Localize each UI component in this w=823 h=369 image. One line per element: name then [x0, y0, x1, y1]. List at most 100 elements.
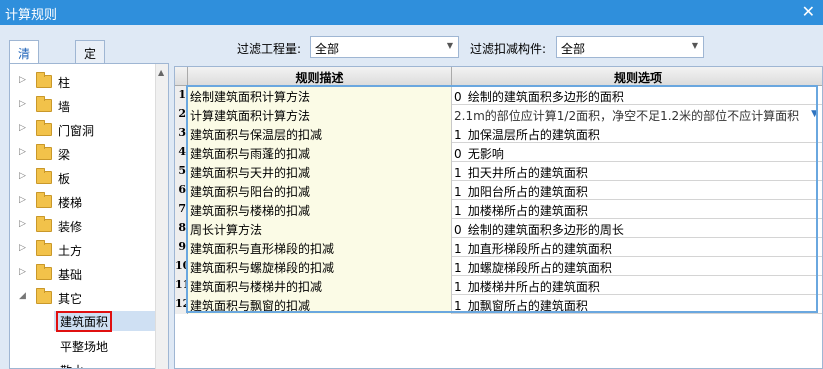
scroll-up-icon[interactable]: ▲ [158, 68, 164, 77]
row-number: 7 [175, 200, 188, 219]
rule-option[interactable]: 1 加楼梯井所占的建筑面积 [452, 276, 822, 295]
tree-item-stairs[interactable]: ▷ 楼梯 [10, 190, 160, 214]
rule-option-value: 1 [454, 280, 462, 294]
table-row[interactable]: 5 建筑面积与天井的扣减 1 扣天井所占的建筑面积 [175, 162, 822, 181]
expand-arrow-icon[interactable]: ▷ [19, 219, 26, 229]
row-number: 11 [175, 276, 190, 295]
expand-arrow-icon[interactable]: ▷ [19, 267, 26, 277]
rule-option-text: 加飘窗所占的建筑面积 [467, 299, 588, 313]
tree-item-wall[interactable]: ▷ 墙 [10, 94, 160, 118]
rule-description: 建筑面积与直形梯段的扣减 [188, 238, 452, 257]
rule-option-value: 1 [454, 166, 462, 180]
rule-option[interactable]: 1 加保温层所占的建筑面积 [452, 124, 822, 143]
table-row[interactable]: 6 建筑面积与阳台的扣减 1 加阳台所占的建筑面积 [175, 181, 822, 200]
rule-option-text: 加阳台所占的建筑面积 [467, 185, 588, 199]
tree-item-slab[interactable]: ▷ 板 [10, 166, 160, 190]
tree-item-label: 门窗洞 [58, 124, 95, 138]
expand-arrow-icon[interactable]: ▷ [19, 171, 26, 181]
chevron-down-icon: ▼ [446, 41, 453, 50]
table-row[interactable]: 2 计算建筑面积计算方法 2.1m的部位应计算1/2面积，净空不足1.2米的部位不应… [175, 105, 822, 124]
tab-quota-rules[interactable]: 定额规则 [75, 40, 106, 112]
table-row[interactable]: 1 绘制建筑面积计算方法 0 绘制的建筑面积多边形的面积 [175, 86, 822, 105]
deduct-filter-select[interactable]: 全部 ▼ [556, 36, 704, 58]
expand-arrow-icon[interactable]: ▷ [19, 243, 26, 253]
expand-arrow-icon[interactable]: ▷ [19, 123, 26, 133]
table-row[interactable]: 10 建筑面积与螺旋梯段的扣减 1 加螺旋梯段所占的建筑面积 [175, 257, 822, 276]
rule-description: 建筑面积与螺旋梯段的扣减 [188, 257, 452, 276]
rule-description: 绘制建筑面积计算方法 [188, 86, 452, 105]
tab-list-rules[interactable]: 清单规则 [9, 40, 40, 112]
table-row[interactable]: 3 建筑面积与保温层的扣减 1 加保温层所占的建筑面积 [175, 124, 822, 143]
folder-icon [36, 120, 52, 136]
rule-option-value: 1 [454, 261, 462, 275]
tree-item-beam[interactable]: ▷ 梁 [10, 142, 160, 166]
row-number: 1 [175, 86, 188, 105]
expand-arrow-icon[interactable]: ▷ [19, 147, 26, 157]
rule-option-text: 无影响 [467, 147, 504, 161]
rule-option-value: 0 [454, 147, 462, 161]
tree-item-decoration[interactable]: ▷ 装修 [10, 214, 160, 238]
row-number: 5 [175, 162, 188, 181]
tree-item-foundation[interactable]: ▷ 基础 [10, 262, 160, 286]
tree-scrollbar[interactable]: ▲ [155, 64, 168, 369]
rule-option-text: 加楼梯井所占的建筑面积 [467, 280, 600, 294]
rule-option-value: 0 [454, 223, 462, 237]
tree-child-label: 建筑面积 [55, 311, 113, 332]
tree-child-site-leveling[interactable]: 平整场地 [54, 336, 164, 356]
collapse-arrow-icon[interactable]: ◢ [19, 291, 26, 301]
rule-option-value: 1 [454, 185, 462, 199]
quantity-filter-select[interactable]: 全部 ▼ [310, 36, 459, 58]
expand-arrow-icon[interactable]: ▷ [19, 75, 26, 85]
row-number: 3 [175, 124, 188, 143]
row-number: 8 [175, 219, 188, 238]
close-icon[interactable]: ✕ [802, 2, 815, 21]
rule-option[interactable]: 0 绘制的建筑面积多边形的面积 [452, 86, 822, 105]
table-row[interactable]: 9 建筑面积与直形梯段的扣减 1 加直形梯段所占的建筑面积 [175, 238, 822, 257]
chevron-down-icon[interactable]: ▼ [811, 109, 818, 119]
table-row[interactable]: 12 建筑面积与飘窗的扣减 1 加飘窗所占的建筑面积 [175, 295, 822, 314]
rule-option[interactable]: 1 加螺旋梯段所占的建筑面积 [452, 257, 822, 276]
expand-arrow-icon[interactable]: ▷ [19, 99, 26, 109]
grid-header: 规则描述 规则选项 [175, 67, 822, 86]
rule-description: 建筑面积与楼梯井的扣减 [188, 276, 452, 295]
rule-option[interactable]: 1 加直形梯段所占的建筑面积 [452, 238, 822, 257]
rule-option[interactable]: 1 加飘窗所占的建筑面积 [452, 295, 822, 314]
rule-option-text: 绘制的建筑面积多边形的周长 [467, 223, 624, 237]
table-row[interactable]: 8 周长计算方法 0 绘制的建筑面积多边形的周长 [175, 219, 822, 238]
rule-option-text: 加楼梯所占的建筑面积 [467, 204, 588, 218]
column-header-description[interactable]: 规则描述 [188, 67, 452, 86]
folder-icon [36, 240, 52, 256]
rule-option-dropdown[interactable]: 2.1m的部位应计算1/2面积，净空不足1.2米的部位不应计算面积 ▼ [452, 105, 822, 124]
folder-icon [36, 192, 52, 208]
tree-child-label: 平整场地 [60, 340, 109, 354]
rule-option-value: 1 [454, 242, 462, 256]
table-row[interactable]: 7 建筑面积与楼梯的扣减 1 加楼梯所占的建筑面积 [175, 200, 822, 219]
row-number: 2 [175, 105, 188, 124]
tree-child-apron[interactable]: 散水 [54, 360, 164, 368]
tree-item-column[interactable]: ▷ 柱 [10, 70, 160, 94]
rule-option[interactable]: 1 扣天井所占的建筑面积 [452, 162, 822, 181]
rule-option[interactable]: 0 无影响 [452, 143, 822, 162]
rule-description: 建筑面积与阳台的扣减 [188, 181, 452, 200]
tree-item-door-window[interactable]: ▷ 门窗洞 [10, 118, 160, 142]
tree-item-earthwork[interactable]: ▷ 土方 [10, 238, 160, 262]
deduct-filter-label: 过滤扣减构件: [470, 42, 547, 56]
rule-option[interactable]: 1 加楼梯所占的建筑面积 [452, 200, 822, 219]
tree-item-other[interactable]: ◢ 其它 [10, 286, 160, 310]
expand-arrow-icon[interactable]: ▷ [19, 195, 26, 205]
chevron-down-icon: ▼ [691, 41, 698, 50]
rule-option[interactable]: 1 加阳台所占的建筑面积 [452, 181, 822, 200]
table-row[interactable]: 4 建筑面积与雨蓬的扣减 0 无影响 [175, 143, 822, 162]
quantity-filter-value: 全部 [315, 42, 340, 56]
tree-child-building-area[interactable]: 建筑面积 [54, 311, 164, 332]
title-bar: 计算规则 ✕ [0, 0, 823, 25]
column-header-options[interactable]: 规则选项 [452, 67, 822, 86]
row-number: 10 [175, 257, 190, 276]
rule-option-value: 1 [454, 128, 462, 142]
rule-description: 建筑面积与天井的扣减 [188, 162, 452, 181]
window-title: 计算规则 [5, 8, 58, 23]
rule-option-text: 加螺旋梯段所占的建筑面积 [467, 261, 612, 275]
rule-option[interactable]: 0 绘制的建筑面积多边形的周长 [452, 219, 822, 238]
tree-item-label: 其它 [58, 292, 83, 306]
table-row[interactable]: 11 建筑面积与楼梯井的扣减 1 加楼梯井所占的建筑面积 [175, 276, 822, 295]
